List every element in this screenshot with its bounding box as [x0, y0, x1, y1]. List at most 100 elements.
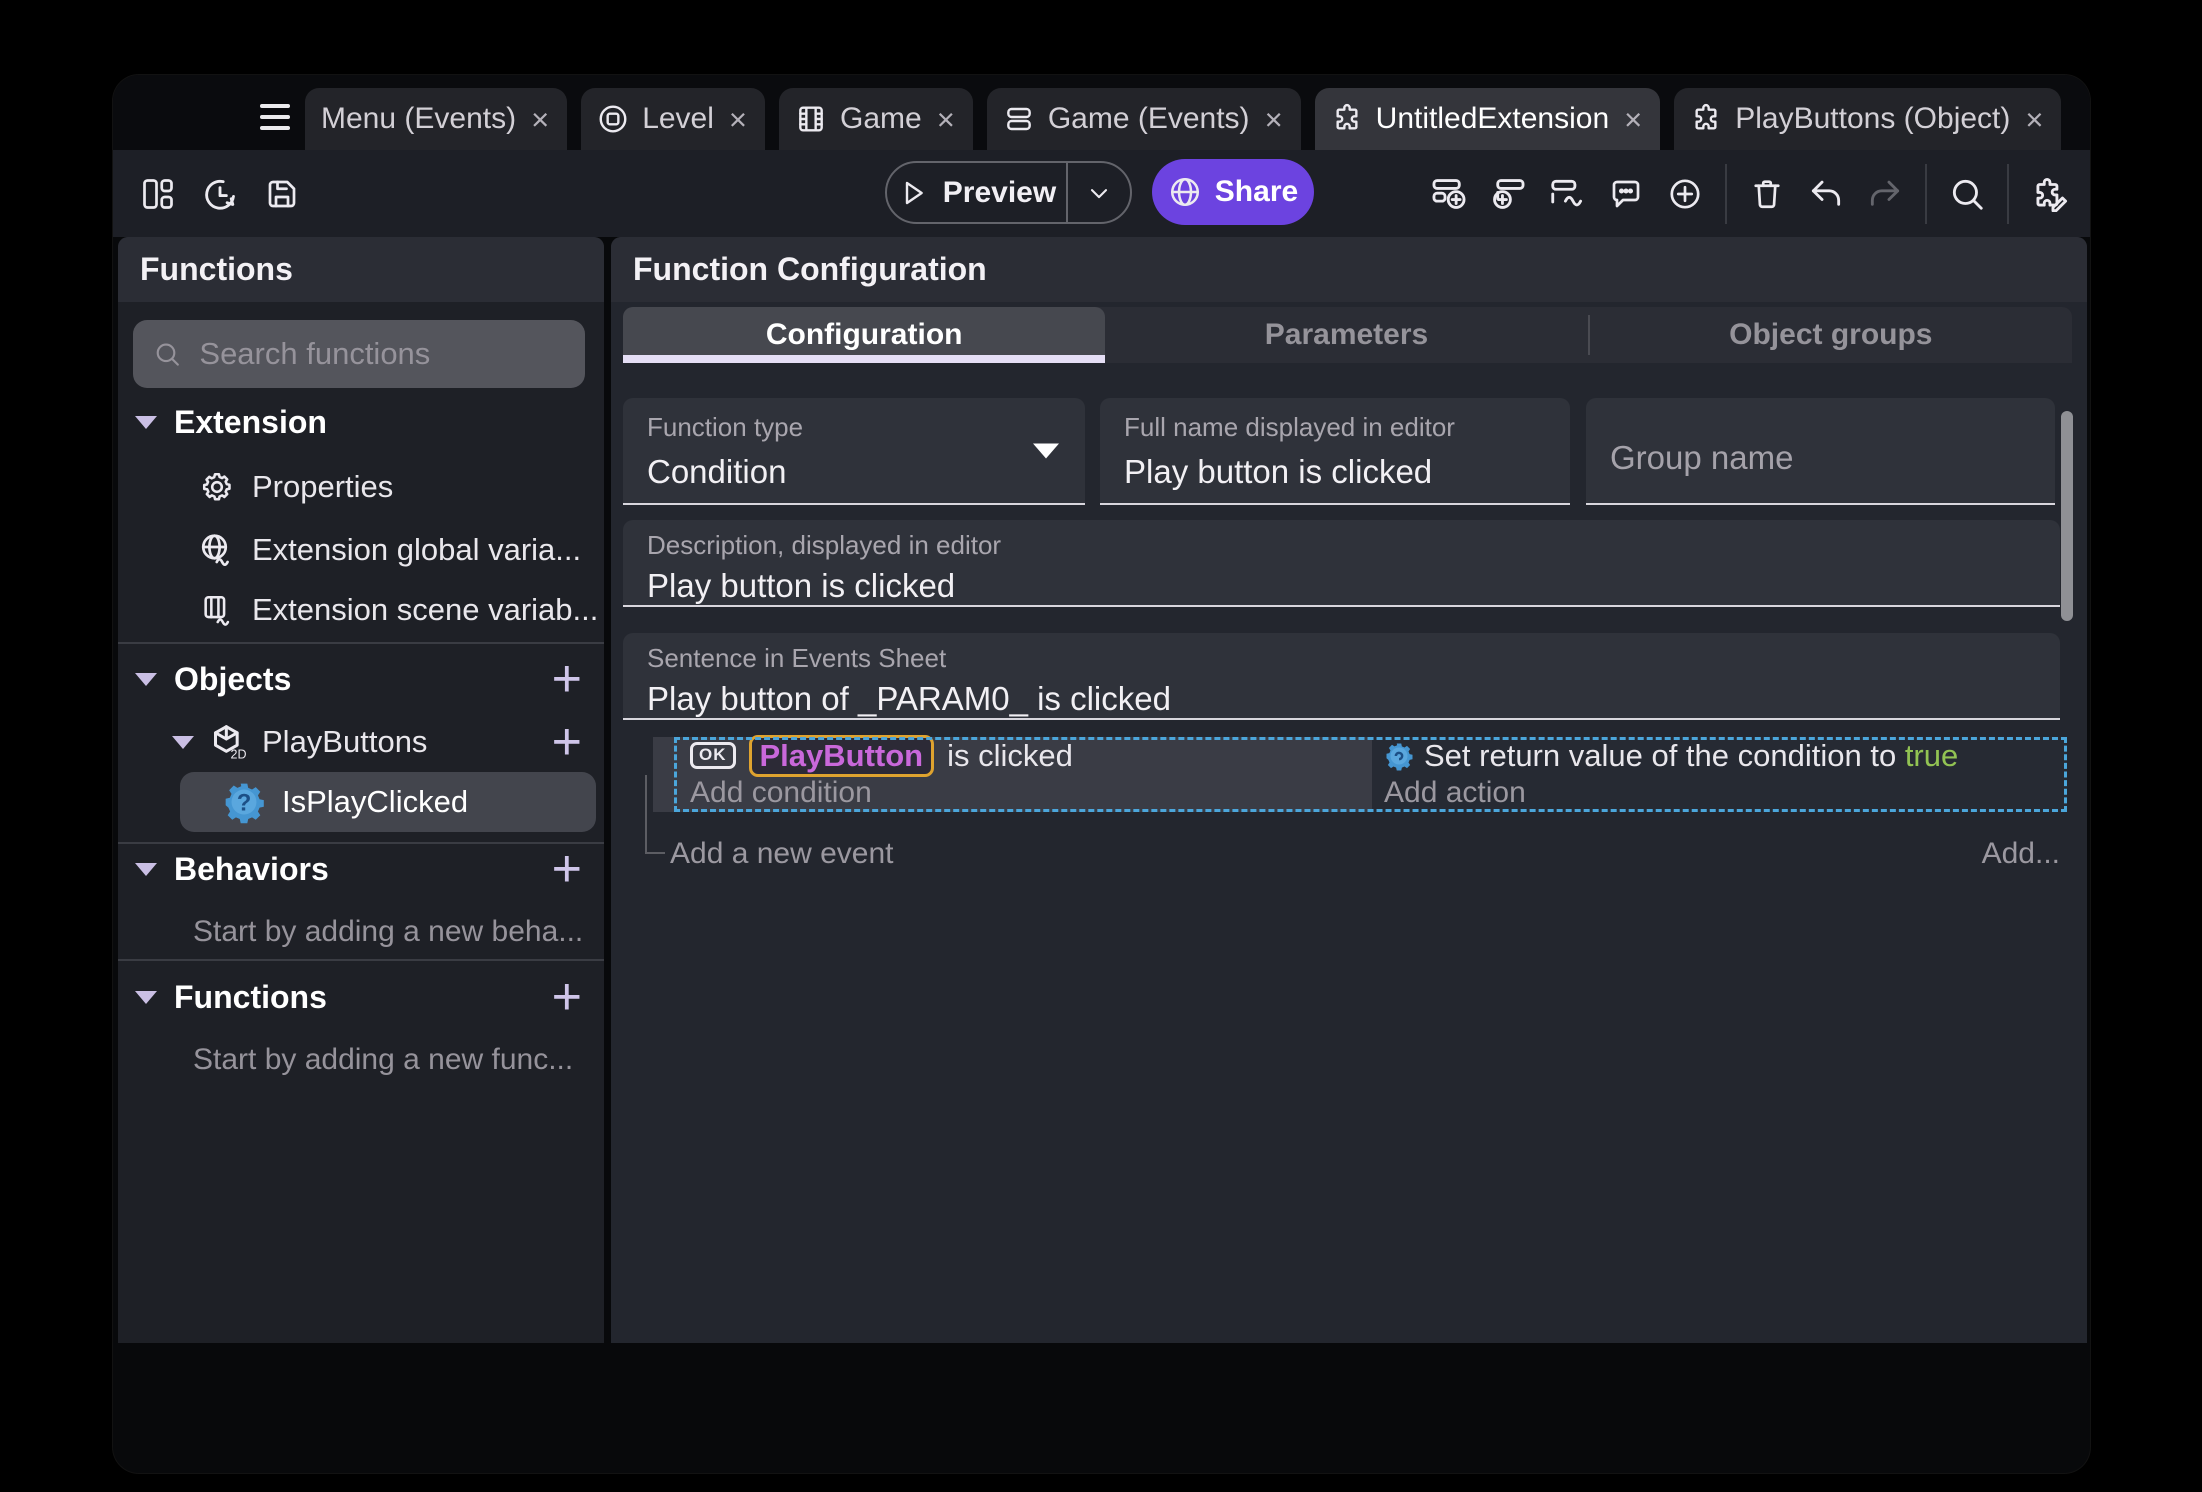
add-new-event-button[interactable]: Add a new event [670, 834, 894, 874]
tab-playbuttons-object[interactable]: PlayButtons (Object) × [1674, 88, 2062, 150]
close-icon[interactable]: × [937, 104, 955, 135]
chevron-down-icon[interactable] [172, 735, 194, 749]
action-row[interactable]: Set return value of the condition to tru… [1372, 737, 2067, 774]
item-label: PlayButtons [262, 724, 428, 759]
hamburger-menu-icon[interactable] [260, 104, 290, 130]
behaviors-empty-hint: Start by adding a new beha... [118, 912, 604, 952]
add-condition-button[interactable]: Add condition [653, 774, 1372, 811]
tab-untitled-extension[interactable]: UntitledExtension × [1314, 88, 1661, 150]
redo-icon[interactable] [1866, 175, 1904, 213]
item-label: IsPlayClicked [282, 784, 469, 819]
tab-label: Game [840, 102, 922, 135]
full-name-field[interactable]: Full name displayed in editor Play butto… [1100, 398, 1570, 505]
film-icon [795, 103, 827, 135]
item-label: Extension scene variab... [252, 592, 599, 627]
sidebar-item-properties[interactable]: Properties [118, 467, 604, 507]
vertical-scrollbar[interactable] [2061, 411, 2073, 621]
condition-row[interactable]: OK PlayButton is clicked [653, 734, 1372, 777]
play-icon [905, 181, 923, 204]
close-icon[interactable]: × [2025, 104, 2043, 135]
sidebar-divider [118, 642, 604, 644]
gear-icon [202, 472, 231, 501]
description-field[interactable]: Description, displayed in editor Play bu… [623, 520, 2060, 607]
add-other-event-icon[interactable] [1548, 175, 1586, 213]
search-functions-input[interactable] [199, 336, 565, 372]
sidebar-section-functions[interactable]: Functions + [118, 971, 604, 1023]
sentence-field[interactable]: Sentence in Events Sheet Play button of … [623, 633, 2060, 720]
add-subevent-icon[interactable] [1489, 175, 1527, 213]
function-type-select[interactable]: Function type Condition [623, 398, 1085, 505]
svg-text:?: ? [237, 789, 252, 816]
sidebar-item-extension-global-variables[interactable]: Extension global varia... [118, 530, 604, 570]
add-comment-icon[interactable] [1607, 175, 1645, 213]
sidebar-section-extension[interactable]: Extension [118, 402, 604, 442]
sidebar-item-playbuttons[interactable]: 2D PlayButtons + [118, 716, 604, 768]
edit-extension-icon[interactable] [2030, 175, 2068, 213]
functions-empty-hint: Start by adding a new func... [118, 1040, 604, 1080]
close-icon[interactable]: × [1265, 104, 1283, 135]
chevron-down-icon[interactable] [135, 672, 157, 686]
hint-label: Start by adding a new func... [193, 1043, 574, 1076]
toolbar-divider [1725, 163, 1727, 224]
sidebar-section-behaviors[interactable]: Behaviors + [118, 843, 604, 895]
extension-puzzle-icon [1331, 103, 1363, 135]
search-icon[interactable] [1948, 175, 1986, 213]
chevron-down-icon[interactable] [135, 415, 157, 429]
tab-label: Parameters [1264, 318, 1429, 351]
item-label: Properties [252, 469, 394, 504]
chevron-down-icon[interactable] [135, 862, 157, 876]
add-action-button[interactable]: Add action [1372, 774, 2067, 811]
sidebar-item-isplayclicked-selected[interactable]: ? IsPlayClicked [180, 772, 596, 832]
toolbar: Preview Share [113, 150, 2090, 237]
field-placeholder: Group name [1610, 438, 1794, 476]
function-configuration-panel: Function Configuration Configuration Par… [611, 237, 2087, 1343]
close-icon[interactable]: × [729, 104, 747, 135]
close-icon[interactable]: × [1624, 104, 1642, 135]
sidebar-item-extension-scene-variables[interactable]: Extension scene variab... [118, 590, 604, 630]
action-text: Set return value of the condition to tru… [1424, 737, 1959, 773]
tab-parameters[interactable]: Parameters [1105, 307, 1587, 363]
add-circle-icon[interactable] [1666, 175, 1704, 213]
condition-object-param[interactable]: PlayButton [748, 734, 935, 777]
section-label: Functions [174, 978, 327, 1015]
chevron-down-icon[interactable] [135, 990, 157, 1004]
group-name-field[interactable]: Group name [1586, 398, 2055, 505]
hint-label: Start by adding a new beha... [193, 915, 584, 948]
tab-configuration[interactable]: Configuration [623, 307, 1106, 363]
configuration-tabs: Configuration Parameters Object groups [623, 307, 2072, 363]
panels-layout-icon[interactable] [139, 175, 177, 213]
search-icon [156, 343, 179, 366]
share-button[interactable]: Share [1152, 159, 1314, 225]
undo-icon[interactable] [1807, 175, 1845, 213]
section-label: Extension [174, 403, 327, 440]
main-header: Function Configuration [611, 237, 2087, 302]
tab-game-events[interactable]: Game (Events) × [986, 88, 1301, 150]
preview-label: Preview [942, 175, 1057, 209]
version-history-icon[interactable] [201, 175, 239, 213]
tab-label: Menu (Events) [321, 102, 517, 135]
save-icon[interactable] [263, 175, 301, 213]
tab-menu-events[interactable]: Menu (Events) × [305, 88, 568, 150]
preview-options-chevron[interactable] [1066, 163, 1130, 222]
add-behavior-button[interactable]: + [552, 843, 582, 895]
tab-level[interactable]: Level × [581, 88, 766, 150]
tab-label: UntitledExtension [1375, 102, 1610, 135]
event-actions-column: Set return value of the condition to tru… [1372, 737, 2067, 812]
tab-label: Level [642, 102, 714, 135]
add-event-icon[interactable] [1430, 175, 1468, 213]
search-functions-box[interactable] [133, 320, 585, 388]
tab-object-groups[interactable]: Object groups [1590, 307, 2072, 363]
add-more-button[interactable]: Add... [1982, 834, 2060, 874]
tab-game[interactable]: Game × [779, 88, 973, 150]
dropdown-caret-icon [1033, 443, 1059, 458]
preview-button[interactable]: Preview [885, 161, 1132, 224]
add-object-button[interactable]: + [552, 653, 582, 705]
section-label: Behaviors [174, 850, 329, 887]
close-icon[interactable]: × [531, 104, 549, 135]
toolbar-divider [1925, 163, 1927, 224]
add-function-to-object-button[interactable]: + [552, 716, 582, 768]
add-free-function-button[interactable]: + [552, 971, 582, 1023]
sidebar-section-objects[interactable]: Objects + [118, 653, 604, 705]
field-value: Play button of _PARAM0_ is clicked [647, 680, 1171, 717]
delete-trash-icon[interactable] [1748, 175, 1786, 213]
